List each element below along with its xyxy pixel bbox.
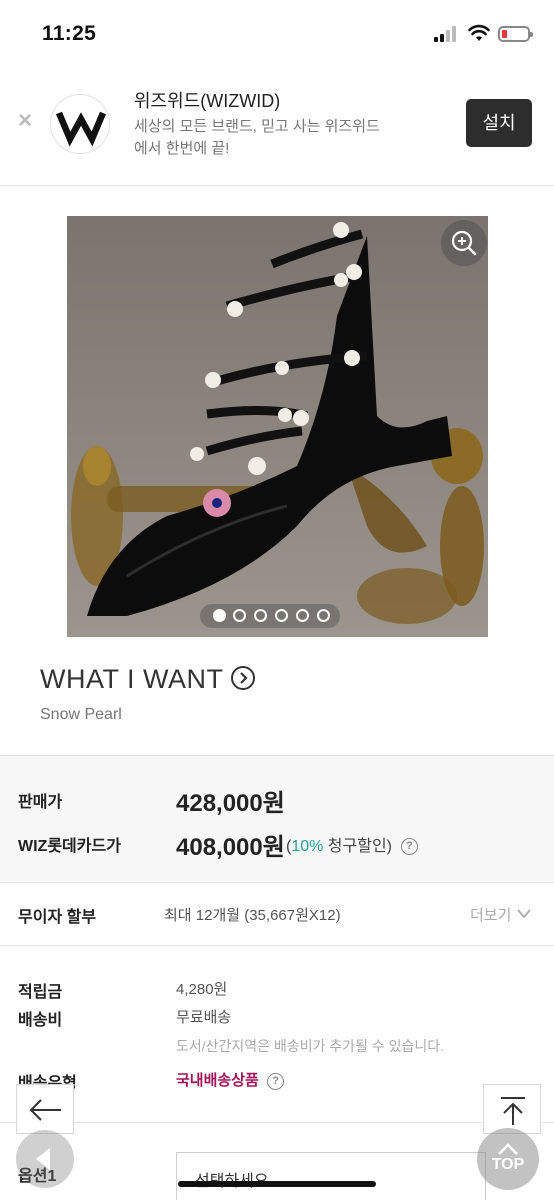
brand-link[interactable]: WHAT I WANT: [40, 664, 256, 698]
top-label: TOP: [491, 1156, 525, 1173]
card-price-label: WIZ롯데카드가: [18, 838, 121, 855]
card-price-value: 408,000원: [176, 834, 285, 861]
triangle-left-icon: [36, 1148, 50, 1170]
status-time: 11:25: [42, 22, 97, 45]
product-name: Snow Pearl: [40, 706, 122, 723]
status-bar: 11:25: [0, 0, 554, 68]
sale-price-value: 428,000원: [176, 790, 285, 817]
more-label: 더보기: [470, 907, 512, 924]
option-placeholder: 선택하세요: [195, 1167, 269, 1191]
shipping-type-text: 국내배송상품: [176, 1072, 259, 1089]
carousel-dot[interactable]: [317, 609, 330, 622]
points-value: 4,280원: [176, 981, 228, 998]
app-description: 세상의 모든 브랜드, 믿고 사는 위즈위드에서 한번에 끝!: [134, 118, 380, 157]
installment-value: 최대 12개월 (35,667원X12): [164, 907, 341, 924]
prev-floating-button[interactable]: [16, 1130, 74, 1188]
card-discount-note: (10% 청구할인) ?: [286, 832, 418, 856]
carousel-dot[interactable]: [233, 609, 246, 622]
app-install-banner: × 위즈위드(WIZWID) 세상의 모든 브랜드, 믿고 사는 위즈위드에서 …: [0, 68, 554, 186]
divider: [0, 1122, 554, 1123]
install-button[interactable]: 설치: [466, 99, 532, 147]
product-photo: [71, 222, 484, 624]
help-circle-icon[interactable]: ?: [267, 1072, 285, 1090]
more-link[interactable]: 더보기: [470, 904, 533, 925]
divider: [0, 945, 554, 946]
zoom-in-icon[interactable]: [441, 220, 487, 266]
card-note-rest: 청구할인): [323, 838, 393, 855]
shipping-note: 도서/산간지역은 배송비가 추가될 수 있습니다.: [176, 1038, 445, 1054]
chevron-down-icon: [517, 909, 532, 919]
option-select[interactable]: 선택하세요: [176, 1152, 486, 1200]
top-floating-button[interactable]: TOP: [477, 1128, 539, 1190]
card-discount-percent: 10%: [291, 838, 324, 855]
battery-low-icon: [498, 26, 533, 42]
scroll-top-button[interactable]: [483, 1084, 541, 1134]
app-logo: [50, 94, 110, 154]
arrow-left-icon: [29, 1099, 61, 1121]
sale-price-label: 판매가: [18, 794, 63, 811]
shipping-fee-label: 배송비: [18, 1012, 63, 1029]
help-circle-icon[interactable]: ?: [400, 838, 418, 856]
back-button[interactable]: [16, 1084, 74, 1134]
wifi-icon: [468, 24, 490, 41]
carousel-dot[interactable]: [296, 609, 309, 622]
price-section: 판매가 428,000원 WIZ롯데카드가 408,000원 (10% 청구할인…: [0, 756, 554, 882]
home-indicator: [178, 1181, 376, 1187]
carousel-dot[interactable]: [275, 609, 288, 622]
product-image[interactable]: [67, 216, 488, 637]
brand-name[interactable]: WHAT I WANT: [40, 664, 223, 694]
signal-icon: [434, 26, 460, 42]
carousel-indicator[interactable]: [200, 604, 340, 628]
chevron-right-circle-icon[interactable]: [231, 665, 256, 690]
carousel-dot[interactable]: [254, 609, 267, 622]
installment-row[interactable]: 무이자 할부 최대 12개월 (35,667원X12) 더보기: [0, 883, 554, 945]
close-icon[interactable]: ×: [14, 109, 36, 133]
installment-label: 무이자 할부: [18, 909, 97, 926]
shipping-type-value: 국내배송상품 ?: [176, 1069, 285, 1090]
points-label: 적립금: [18, 984, 63, 1001]
shipping-fee-value: 무료배송: [176, 1009, 232, 1026]
carousel-dot[interactable]: [213, 609, 226, 622]
app-name: 위즈위드(WIZWID): [134, 91, 281, 111]
wizwid-logo-icon: [56, 111, 106, 147]
